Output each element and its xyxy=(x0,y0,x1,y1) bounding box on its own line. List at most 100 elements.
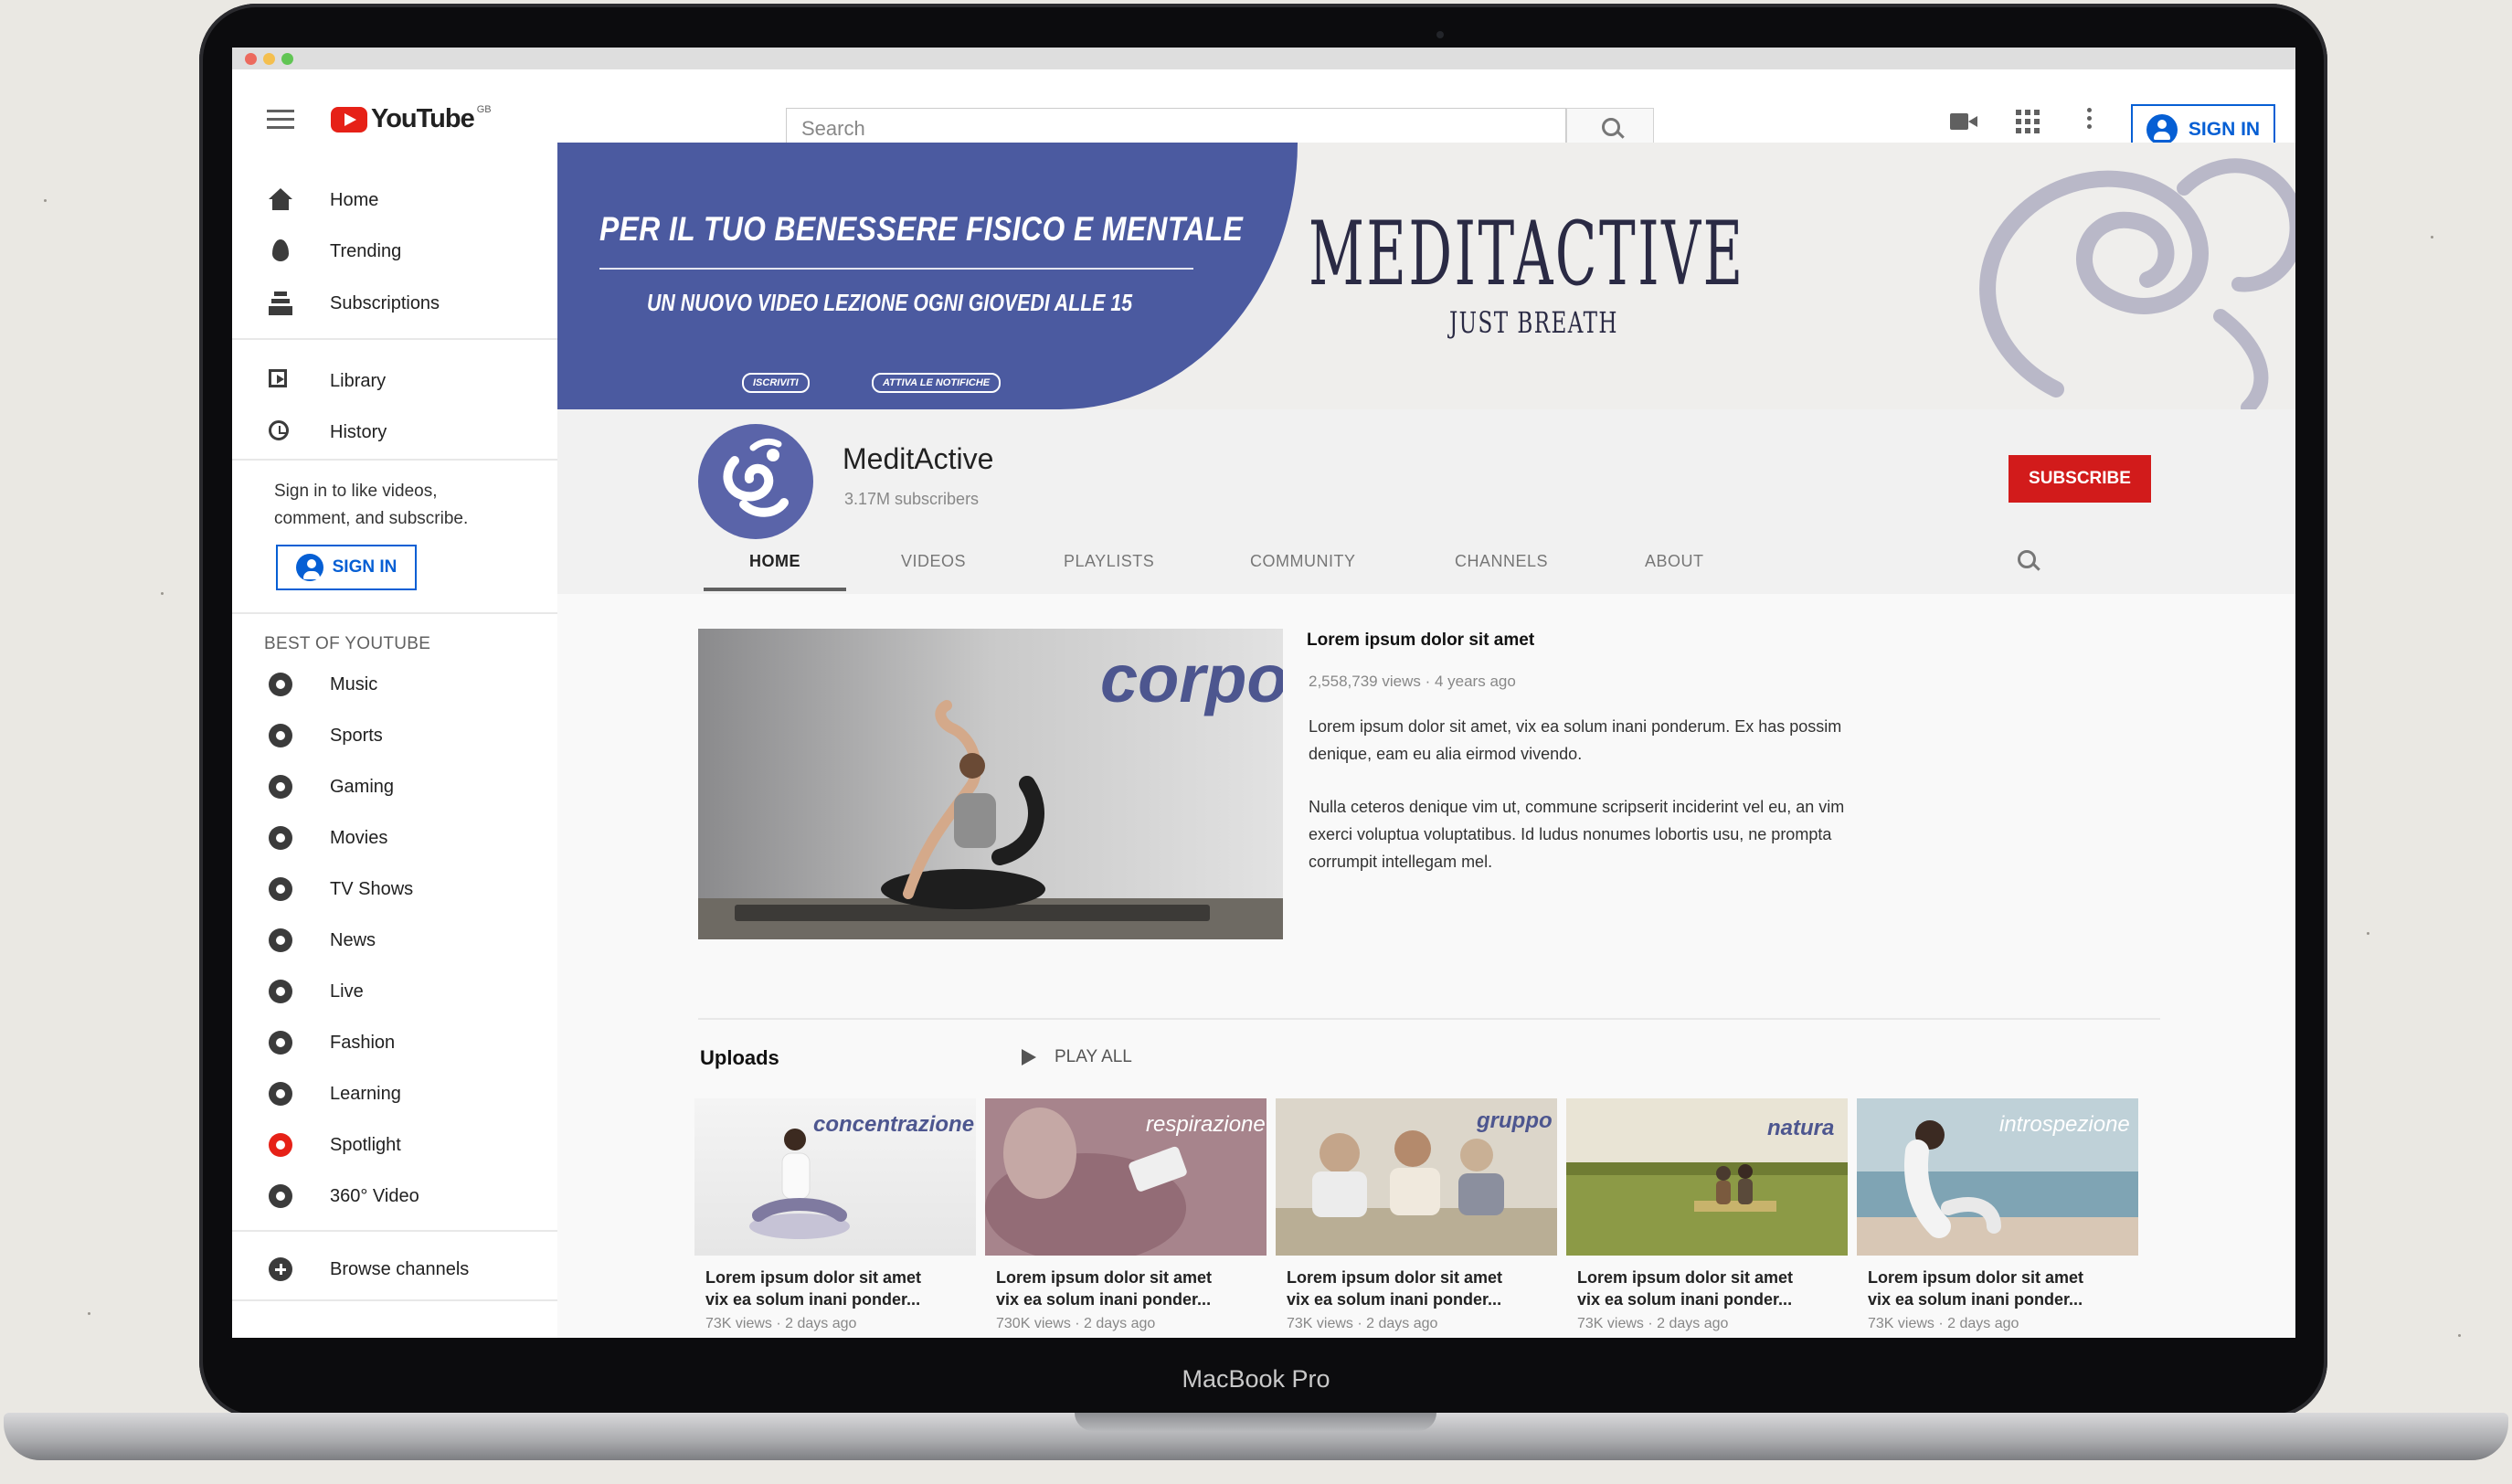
video-title[interactable]: Lorem ipsum dolor sit amet vix ea solum i… xyxy=(985,1267,1267,1310)
sidebar-item-learning[interactable]: Learning xyxy=(232,1073,557,1115)
sidebar-item-tv-shows[interactable]: TV Shows xyxy=(232,868,557,910)
section-title: BEST OF YOUTUBE xyxy=(264,634,431,653)
search-icon xyxy=(1602,118,1620,136)
sidebar-item-gaming[interactable]: Gaming xyxy=(232,766,557,808)
description-paragraph: Lorem ipsum dolor sit amet, vix ea solum… xyxy=(1309,717,1842,763)
play-all-button[interactable]: PLAY ALL xyxy=(1022,1047,1132,1067)
sidebar-item-fashion[interactable]: Fashion xyxy=(232,1022,557,1064)
channel-banner: PER IL TUO BENESSERE FISICO E MENTALE UN… xyxy=(557,143,2295,409)
tab-about[interactable]: ABOUT xyxy=(1645,552,1704,571)
sidebar-item-label: Learning xyxy=(330,1084,401,1104)
background-speck xyxy=(2458,1334,2461,1337)
sidebar-item-live[interactable]: Live xyxy=(232,970,557,1012)
more-options-icon[interactable] xyxy=(2087,108,2092,132)
channel-header: MeditActive 3.17M subscribers SUBSCRIBE … xyxy=(557,409,2295,594)
banner-pill-subscribe: ISCRIVITI xyxy=(742,373,810,393)
sidebar-item-sports[interactable]: Sports xyxy=(232,715,557,757)
movies-icon xyxy=(269,826,292,850)
sidebar-item-music[interactable]: Music xyxy=(232,663,557,705)
sidebar-item-label: TV Shows xyxy=(330,879,414,899)
sidebar-item-label: Trending xyxy=(330,241,402,261)
video-title[interactable]: Lorem ipsum dolor sit amet vix ea solum i… xyxy=(1566,1267,1848,1310)
sign-in-label: SIGN IN xyxy=(2188,119,2261,140)
video-thumbnail[interactable]: gruppo xyxy=(1276,1098,1557,1256)
subscriber-count: 3.17M subscribers xyxy=(844,490,980,508)
sidebar-item-history[interactable]: History xyxy=(232,411,557,453)
video-meta: 73K views · 2 days ago xyxy=(1868,1316,2019,1331)
sidebar-item-label: 360° Video xyxy=(330,1186,419,1206)
sidebar-item-spotlight[interactable]: Spotlight xyxy=(232,1124,557,1166)
sidebar-item-news[interactable]: News xyxy=(232,919,557,961)
search-button[interactable] xyxy=(1566,108,1654,146)
gaming-icon xyxy=(269,775,292,799)
featured-video-thumbnail[interactable]: corpo xyxy=(698,629,1283,939)
sidebar-item-label: Music xyxy=(330,674,378,694)
live-icon xyxy=(269,980,292,1003)
subscriptions-icon xyxy=(269,292,292,315)
background-speck xyxy=(88,1312,90,1315)
video-thumbnail[interactable]: natura xyxy=(1566,1098,1848,1256)
sidebar-item-label: Spotlight xyxy=(330,1135,401,1155)
sign-in-label: SIGN IN xyxy=(332,557,397,577)
create-video-icon[interactable] xyxy=(1950,110,1979,133)
main-content: corpo Lorem ipsum dolor sit amet 2,558,7… xyxy=(557,594,2295,1338)
laptop-notch xyxy=(1075,1413,1436,1431)
minimize-window-button[interactable] xyxy=(263,53,275,65)
video-title[interactable]: Lorem ipsum dolor sit amet vix ea solum i… xyxy=(694,1267,976,1310)
channel-logo-icon xyxy=(723,438,789,517)
video-card[interactable]: natura Lorem ipsum dolor sit amet vix ea … xyxy=(1566,1098,1848,1332)
add-circle-icon xyxy=(269,1257,292,1281)
video-meta: 730K views · 2 days ago xyxy=(996,1316,1156,1331)
sidebar-item-trending[interactable]: Trending xyxy=(232,230,557,272)
video-card[interactable]: gruppo Lorem ipsum dolor sit amet vix ea … xyxy=(1276,1098,1557,1332)
video-card[interactable]: respirazione Lorem ipsum dolor sit amet v… xyxy=(985,1098,1267,1332)
video-card[interactable]: introspezione Lorem ipsum dolor sit amet… xyxy=(1857,1098,2138,1332)
video-card[interactable]: concentrazione Lorem ipsum dolor sit ame… xyxy=(694,1098,976,1332)
sidebar-item-subscriptions[interactable]: Subscriptions xyxy=(232,282,557,324)
tab-playlists[interactable]: PLAYLISTS xyxy=(1064,552,1154,571)
youtube-play-icon xyxy=(331,106,367,132)
youtube-logo[interactable]: YouTube GB xyxy=(331,104,492,134)
360-video-icon xyxy=(269,1184,292,1208)
video-thumbnail[interactable]: concentrazione xyxy=(694,1098,976,1256)
tab-channels[interactable]: CHANNELS xyxy=(1455,552,1548,571)
video-thumb-text: introspezione xyxy=(1999,1112,2130,1137)
tab-videos[interactable]: VIDEOS xyxy=(901,552,966,571)
video-thumbnail[interactable]: introspezione xyxy=(1857,1098,2138,1256)
sidebar-item-label: Fashion xyxy=(330,1033,396,1053)
sidebar-item-movies[interactable]: Movies xyxy=(232,817,557,859)
sidebar-item-label: Home xyxy=(330,190,379,210)
tab-home[interactable]: HOME xyxy=(749,552,800,571)
laptop-label: MacBook Pro xyxy=(1182,1365,1330,1393)
sidebar-sign-in-button[interactable]: SIGN IN xyxy=(276,545,417,590)
sidebar-divider xyxy=(232,459,557,461)
apps-grid-icon[interactable] xyxy=(2016,110,2040,133)
tab-community[interactable]: COMMUNITY xyxy=(1250,552,1356,571)
banner-swirl-graphic xyxy=(1979,158,2295,409)
sign-in-prompt: Sign in to like videos, comment, and sub… xyxy=(274,482,469,528)
sidebar-divider xyxy=(232,1299,557,1301)
music-icon xyxy=(269,673,292,696)
sidebar-item-home[interactable]: Home xyxy=(232,179,557,221)
menu-icon[interactable] xyxy=(267,110,294,130)
channel-search-icon[interactable] xyxy=(2018,550,2041,574)
sidebar-item-library[interactable]: Library xyxy=(232,360,557,402)
featured-video-title[interactable]: Lorem ipsum dolor sit amet xyxy=(1307,631,1534,651)
sidebar-item-label: Sports xyxy=(330,726,383,746)
sidebar-item-360-video[interactable]: 360° Video xyxy=(232,1175,557,1217)
spotlight-icon xyxy=(269,1133,292,1157)
video-thumbnail[interactable]: respirazione xyxy=(985,1098,1267,1256)
subscribe-button[interactable]: SUBSCRIBE xyxy=(2009,455,2151,503)
uploads-title[interactable]: Uploads xyxy=(700,1046,779,1070)
close-window-button[interactable] xyxy=(245,53,257,65)
sidebar-item-browse-channels[interactable]: Browse channels xyxy=(232,1248,557,1290)
youtube-logo-text: YouTube xyxy=(371,104,475,133)
browser-chrome-bar xyxy=(232,48,2295,69)
sidebar-item-label: Library xyxy=(330,371,387,391)
video-title[interactable]: Lorem ipsum dolor sit amet vix ea solum i… xyxy=(1276,1267,1557,1310)
search-input[interactable]: Search xyxy=(786,108,1566,146)
fashion-icon xyxy=(269,1031,292,1055)
maximize-window-button[interactable] xyxy=(281,53,293,65)
channel-avatar[interactable] xyxy=(698,424,813,539)
video-title[interactable]: Lorem ipsum dolor sit amet vix ea solum i… xyxy=(1857,1267,2138,1310)
